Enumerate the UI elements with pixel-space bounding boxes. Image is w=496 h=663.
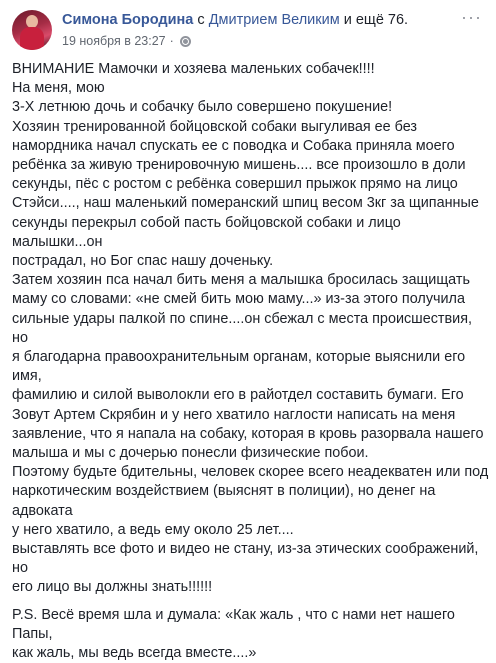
post-line: фамилию и силой выволокли его в райотдел… <box>12 387 464 404</box>
post-line: сильные удары палкой по спине....он сбеж… <box>12 310 472 346</box>
more-dots-icon[interactable]: ··· <box>461 8 482 26</box>
post-meta: 19 ноября в 23:27 · <box>62 34 191 48</box>
ps-line: как жаль, мы ведь всегда вместе....» <box>12 645 257 662</box>
post-line: Хозяин тренированной бойцовской собаки в… <box>12 118 418 135</box>
post-line: я благодарна правоохранительным органам,… <box>12 349 466 385</box>
post-text: ВНИМАНИЕ Мамочки и хозяева маленьких соб… <box>12 60 490 663</box>
post-line: пострадал, но Бог спас нашу доченьку. <box>12 253 274 270</box>
post-line: ВНИМАНИЕ Мамочки и хозяева маленьких соб… <box>12 61 375 77</box>
tagged-person-link[interactable]: Дмитрием Великим <box>209 12 340 28</box>
author-avatar[interactable] <box>12 10 52 50</box>
post-header-line: Симона Бородина с Дмитрием Великим и ещё… <box>62 12 408 28</box>
post-line: его лицо вы должны знать!!!!!! <box>12 579 213 596</box>
post-line: намордника начал спускать ее с поводка и… <box>12 137 455 154</box>
globe-icon[interactable] <box>179 35 191 47</box>
ps-line: P.S. Весё время шла и думала: «Как жаль … <box>12 606 455 642</box>
post-line: Затем хозяин пса начал бить меня а малыш… <box>12 272 470 289</box>
post-line: Стэйси...., наш маленький померанский шп… <box>12 195 479 212</box>
post-line: На меня, мою <box>12 80 105 97</box>
post-line: малыша и мы с дочерью понесли физические… <box>12 445 369 462</box>
post-timestamp-link[interactable]: 19 ноября в 23:27 <box>62 34 166 48</box>
post-line: Зовут Артем Скрябин и у него хватило наг… <box>12 406 456 423</box>
post-line: маму со словами: «не смей бить мою маму.… <box>12 291 465 308</box>
post-line: секунды перекрыл собой пасть бойцовской … <box>12 214 401 250</box>
post-line: у него хватило, а ведь ему около 25 лет.… <box>12 521 294 538</box>
post-header: Симона Бородина с Дмитрием Великим и ещё… <box>12 8 488 52</box>
post-line: 3-Х летнюю дочь и собачку было совершено… <box>12 99 393 116</box>
post-line: заявление, что я напала на собаку, котор… <box>12 425 484 442</box>
with-text: с <box>197 12 205 28</box>
post-line: наркотическим воздействием (выяснят в по… <box>12 483 436 519</box>
post-line: секунды, пёс с ростом с ребёнка совершил… <box>12 176 458 193</box>
post-line: ребёнка за живую тренировочную мишень...… <box>12 157 466 174</box>
meta-separator: · <box>169 34 174 48</box>
author-name-link[interactable]: Симона Бородина <box>62 12 193 28</box>
post-line: Поэтому будьте бдительны, человек скорее… <box>12 464 489 481</box>
and-others-link[interactable]: и ещё 76. <box>344 12 408 28</box>
